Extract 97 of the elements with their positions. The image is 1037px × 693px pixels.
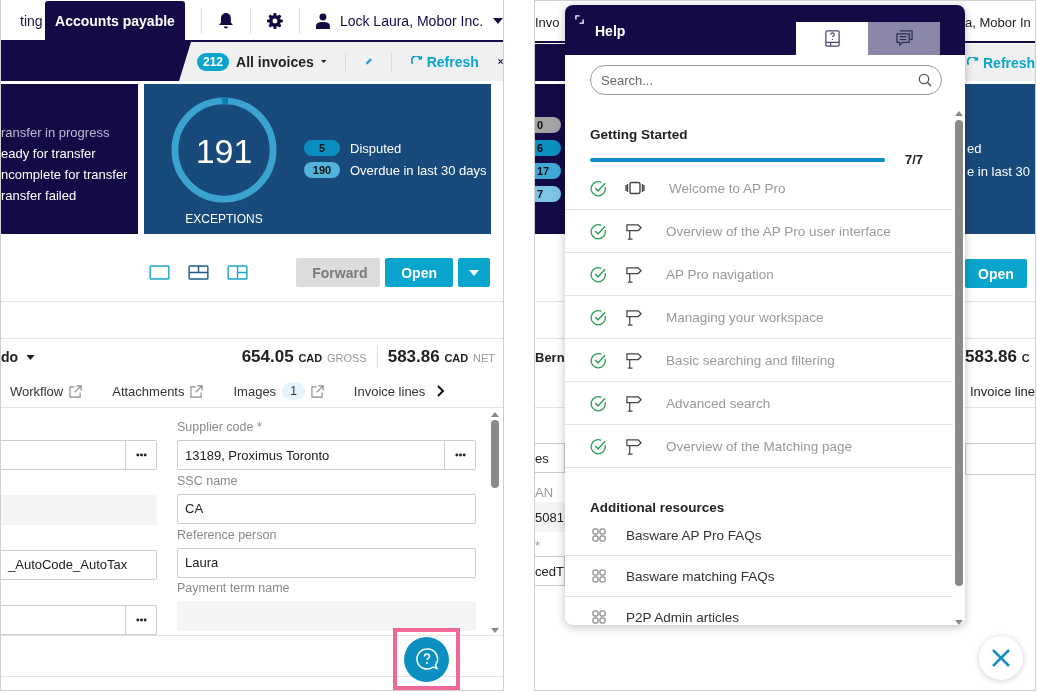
layout-split-icon[interactable] bbox=[188, 265, 209, 280]
help-button[interactable] bbox=[404, 636, 449, 682]
chevron-right-icon[interactable] bbox=[437, 385, 446, 397]
help-book-icon[interactable] bbox=[823, 30, 841, 47]
total-amount: 583.86 C bbox=[965, 347, 1030, 367]
count-badge: 1 bbox=[282, 382, 305, 400]
resource-link[interactable]: P2P Admin articles bbox=[626, 609, 740, 625]
caret-icon[interactable] bbox=[493, 17, 503, 24]
exception-label[interactable]: Overdue in last 30 days bbox=[350, 162, 487, 178]
scroll-up-icon[interactable] bbox=[955, 111, 963, 116]
scroll-down-icon[interactable] bbox=[955, 620, 963, 625]
scroll-up-icon[interactable] bbox=[490, 412, 499, 417]
dropdown-button[interactable] bbox=[458, 258, 490, 287]
field-label: SSC name bbox=[177, 473, 239, 488]
caret-icon[interactable] bbox=[26, 354, 36, 360]
input-field[interactable] bbox=[1, 439, 157, 470]
input-field[interactable]: CA bbox=[177, 493, 476, 524]
count-badge: 0 bbox=[535, 117, 561, 133]
input-field[interactable] bbox=[1, 605, 157, 635]
close-button[interactable] bbox=[979, 636, 1023, 680]
signpost-icon bbox=[625, 308, 642, 326]
section-title: Getting Started bbox=[589, 126, 689, 142]
external-link-icon[interactable] bbox=[69, 384, 83, 398]
detail-tab[interactable]: Images bbox=[233, 383, 277, 399]
view-selector[interactable]: All invoices bbox=[236, 53, 314, 70]
resource-link[interactable]: Basware matching FAQs bbox=[626, 568, 775, 584]
panel-tab[interactable] bbox=[868, 22, 940, 55]
detail-tab[interactable]: Attachments bbox=[112, 383, 185, 399]
app-tab[interactable]: Accounts payable bbox=[44, 1, 186, 40]
more-icon[interactable] bbox=[454, 453, 466, 457]
field-label: * bbox=[535, 538, 542, 553]
bell-icon[interactable] bbox=[218, 11, 235, 30]
signpost-icon bbox=[625, 222, 642, 240]
supplier-name[interactable]: Bern bbox=[535, 349, 565, 365]
status-label[interactable]: ransfer in progress bbox=[1, 125, 138, 140]
caret-icon[interactable] bbox=[320, 59, 327, 64]
external-link-icon[interactable] bbox=[190, 384, 204, 398]
panel-tab[interactable] bbox=[796, 22, 868, 55]
signpost-icon bbox=[625, 437, 642, 455]
supplier-name[interactable]: do bbox=[1, 349, 19, 365]
count-badge: 17 bbox=[535, 163, 561, 179]
detail-tab[interactable]: Workflow bbox=[10, 383, 64, 399]
status-label[interactable]: eady for transfer bbox=[1, 146, 138, 161]
detail-tab[interactable]: Invoice lines bbox=[353, 383, 426, 399]
total-amount: 583.86 CAD NET bbox=[387, 347, 495, 367]
exceptions-label: EXCEPTIONS bbox=[185, 212, 263, 226]
layout-side-icon[interactable] bbox=[227, 265, 248, 280]
user-name[interactable]: Lock Laura, Mobor Inc. bbox=[339, 12, 484, 29]
app-tab[interactable]: ting bbox=[1, 1, 45, 40]
scrollbar[interactable] bbox=[490, 412, 499, 633]
input-field[interactable]: 13189, Proximus Toronto bbox=[177, 440, 476, 470]
scroll-down-icon[interactable] bbox=[490, 628, 499, 633]
status-label[interactable]: ransfer failed bbox=[1, 188, 138, 203]
count-badge: 5 bbox=[304, 140, 340, 156]
more-icon[interactable] bbox=[135, 452, 147, 457]
user-name[interactable]: a, Mobor In bbox=[965, 14, 1031, 30]
input-field[interactable]: Laura bbox=[177, 547, 476, 578]
total-amount: 654.05 CAD GROSS bbox=[241, 347, 367, 367]
external-link-icon[interactable] bbox=[310, 384, 324, 398]
help-icon[interactable] bbox=[414, 647, 439, 671]
signpost-icon bbox=[625, 351, 642, 369]
chat-icon[interactable] bbox=[894, 30, 914, 47]
count-badge: 190 bbox=[304, 162, 340, 178]
input-field[interactable]: _AutoCode_AutoTax bbox=[1, 549, 157, 580]
count-badge: 7 bbox=[535, 186, 561, 202]
exceptions-count: 191 bbox=[195, 132, 253, 171]
expand-icon[interactable] bbox=[575, 15, 584, 24]
count-badge: 212 bbox=[197, 52, 230, 71]
grid-icon bbox=[592, 528, 606, 542]
section-title: Additional resources bbox=[589, 499, 726, 515]
field-label: Reference person bbox=[177, 527, 278, 542]
signpost-icon bbox=[625, 265, 642, 283]
exception-label[interactable]: e in last 30 bbox=[967, 164, 1035, 179]
field-label: AN bbox=[535, 485, 555, 500]
grid-icon bbox=[592, 610, 606, 624]
field-label: Supplier code * bbox=[177, 420, 263, 434]
settings-icon[interactable] bbox=[267, 12, 284, 29]
exception-label[interactable]: ed bbox=[967, 141, 1035, 156]
search-field[interactable]: Search... bbox=[590, 65, 942, 95]
carousel-icon bbox=[625, 181, 645, 195]
input-field[interactable]: 5081 bbox=[535, 502, 565, 532]
grid-icon bbox=[592, 569, 606, 583]
tab-label[interactable]: Invo bbox=[535, 14, 560, 30]
count-badge: 6 bbox=[535, 140, 561, 156]
user-icon[interactable] bbox=[316, 12, 330, 29]
resource-link[interactable]: Basware AP Pro FAQs bbox=[626, 527, 762, 543]
layout-single-icon[interactable] bbox=[149, 265, 170, 280]
detail-tab[interactable]: Invoice line bbox=[970, 383, 1035, 399]
field-label: Payment term name bbox=[177, 581, 291, 596]
signpost-icon bbox=[625, 394, 642, 412]
search-icon[interactable] bbox=[918, 73, 932, 87]
exception-label[interactable]: Disputed bbox=[350, 140, 402, 156]
panel-title: Help bbox=[595, 23, 626, 39]
more-icon[interactable] bbox=[135, 618, 147, 622]
status-label[interactable]: ncomplete for transfer bbox=[1, 167, 138, 182]
progress-reading: 7/7 bbox=[905, 152, 924, 167]
close-icon[interactable] bbox=[497, 57, 503, 66]
